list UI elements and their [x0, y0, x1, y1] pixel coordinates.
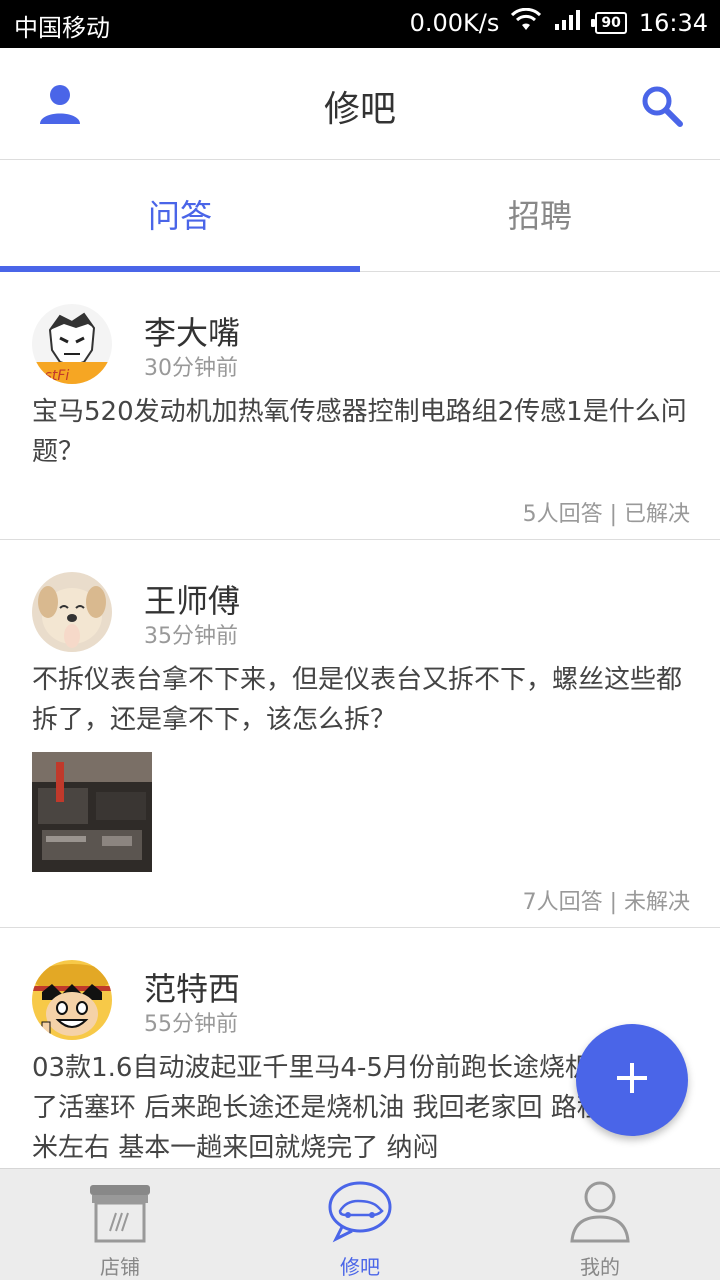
shop-icon — [88, 1177, 152, 1245]
post-time: 55分钟前 — [144, 1012, 238, 1037]
status-bar: 中国移动 0.00K/s 90 16:34 — [0, 0, 720, 48]
plus-icon — [614, 1060, 650, 1100]
signal-icon — [553, 8, 583, 38]
battery-icon: 90 — [591, 12, 627, 34]
post-time: 35分钟前 — [144, 624, 238, 649]
post-image[interactable] — [32, 752, 152, 872]
tab-qa[interactable]: 问答 — [0, 160, 360, 272]
nav-item-xiuba[interactable]: 修吧 — [240, 1169, 480, 1280]
post-status: 7人回答 | 未解决 — [522, 890, 690, 915]
profile-icon — [568, 1177, 632, 1245]
list-item[interactable]: 王师傅 35分钟前 不拆仪表台拿不下来，但是仪表台又拆不下，螺丝这些都拆了，还是… — [0, 540, 720, 928]
list-item[interactable]: astFi 李大嘴 30分钟前 宝马520发动机加热氧传感器控制电路组2传感1是… — [0, 272, 720, 540]
nav-item-shop[interactable]: 店铺 — [0, 1169, 240, 1280]
author-name: 范特西 — [144, 970, 241, 1008]
author-name: 王师傅 — [144, 582, 241, 620]
author-name: 李大嘴 — [144, 314, 241, 352]
post-content: 宝马520发动机加热氧传感器控制电路组2传感1是什么问题？ — [32, 397, 687, 467]
network-speed: 0.00K/s — [409, 9, 500, 37]
tab-recruitment[interactable]: 招聘 — [360, 160, 720, 272]
post-content: 不拆仪表台拿不下来，但是仪表台又拆不下，螺丝这些都拆了，还是拿不下，该怎么拆？ — [32, 665, 683, 735]
status-right: 0.00K/s 90 16:34 — [409, 7, 708, 38]
search-icon[interactable] — [640, 84, 684, 128]
chat-car-icon — [328, 1177, 392, 1245]
svg-text:astFi: astFi — [36, 368, 69, 384]
app-bar: 修吧 — [0, 48, 720, 160]
bottom-nav: 店铺 修吧 我的 — [0, 1168, 720, 1280]
nav-label-xiuba: 修吧 — [340, 1255, 380, 1279]
post-status: 5人回答 | 已解决 — [522, 502, 690, 527]
clock: 16:34 — [638, 9, 708, 37]
post-time: 30分钟前 — [144, 356, 238, 381]
avatar[interactable]: astFi — [32, 304, 112, 384]
wifi-icon — [511, 7, 542, 38]
nav-label-shop: 店铺 — [100, 1255, 140, 1279]
add-post-button[interactable] — [576, 1024, 688, 1136]
page-title: 修吧 — [323, 89, 396, 130]
tab-bar: 问答 招聘 — [0, 160, 720, 272]
carrier-name: 中国移动 — [14, 14, 110, 42]
avatar[interactable] — [32, 572, 112, 652]
avatar[interactable] — [32, 960, 112, 1040]
nav-item-mine[interactable]: 我的 — [480, 1169, 720, 1280]
nav-label-mine: 我的 — [580, 1255, 620, 1279]
